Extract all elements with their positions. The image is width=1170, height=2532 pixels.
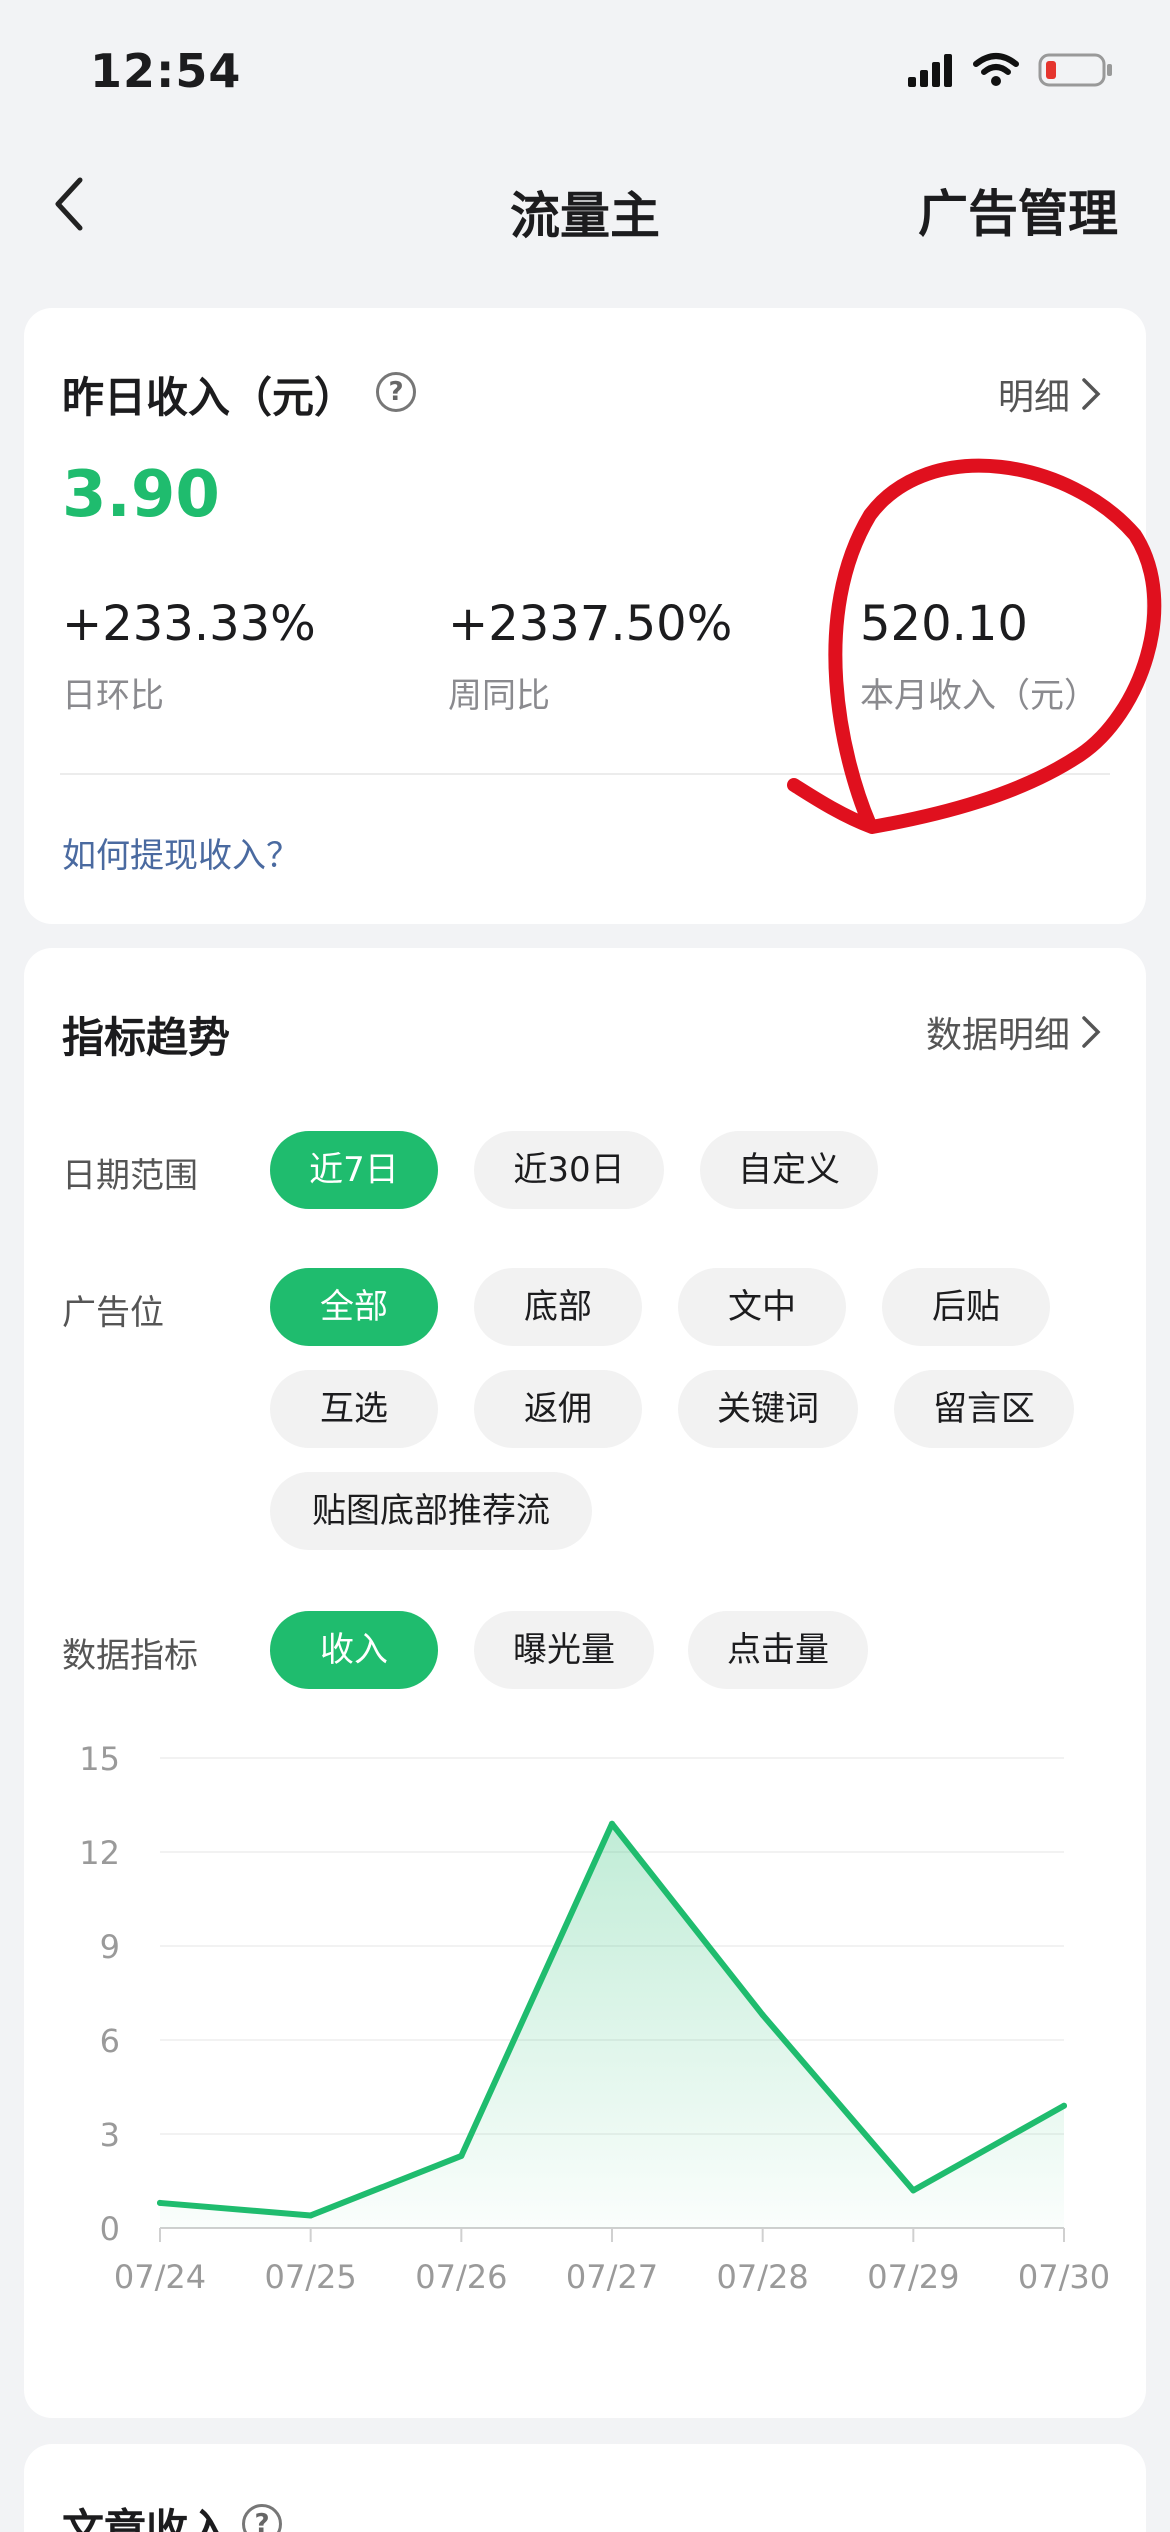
stat-value: +233.33% [62,596,316,652]
status-time: 12:54 [90,44,242,98]
income-card: 昨日收入（元） ? 明细 3.90 +233.33% 日环比 +2337.50%… [24,308,1146,924]
help-icon[interactable]: ? [376,372,416,412]
how-to-withdraw-link[interactable]: 如何提现收入？ [62,828,300,877]
data-point [609,1820,615,1827]
x-tick-label: 07/25 [265,2258,357,2296]
stat-label: 日环比 [62,676,164,716]
date-range-label: 日期范围 [62,1156,198,1196]
chip-income[interactable]: 收入 [270,1611,438,1689]
divider [60,773,1110,775]
chip-impressions[interactable]: 曝光量 [474,1611,654,1689]
data-detail-link[interactable]: 数据明细 [926,1006,1102,1058]
status-icons [908,52,1114,88]
x-tick-label: 07/30 [1018,2258,1110,2296]
battery-low-icon [1038,53,1112,87]
trend-title: 指标趋势 [62,1013,231,1062]
stat-label: 周同比 [448,676,550,716]
y-tick-label: 12 [79,1834,120,1872]
stat-value: 520.10 [860,596,1028,652]
chip-bottom[interactable]: 底部 [474,1268,642,1346]
data-point [157,2199,163,2206]
income-trend-chart: 0 3 6 9 12 15 07/24 07/25 07/26 07/27 07/28 07/29 07… [79,1740,1110,2296]
chip-image-bottom-feed[interactable]: 贴图底部推荐流 [270,1472,592,1550]
income-detail-link[interactable]: 明细 [998,368,1102,420]
stat-day-over-day: +233.33% 日环比 [62,596,316,717]
article-income-title: 文章收入 [62,2505,231,2532]
chip-commission[interactable]: 返佣 [474,1370,642,1448]
stat-month-income: 520.10 本月收入（元） [860,596,1098,717]
x-tick-label: 07/27 [566,2258,658,2296]
stat-label: 本月收入（元） [860,676,1098,716]
chip-custom[interactable]: 自定义 [700,1131,878,1209]
data-point [458,2152,465,2159]
chip-clicks[interactable]: 点击量 [688,1611,868,1689]
stat-week-over-week: +2337.50% 周同比 [448,596,732,717]
wifi-icon [973,53,1019,86]
x-tick-label: 07/29 [867,2258,959,2296]
chip-post-roll[interactable]: 后贴 [882,1268,1050,1346]
data-point [910,2187,917,2194]
chip-last-30-days[interactable]: 近30日 [474,1131,664,1209]
chip-all[interactable]: 全部 [270,1268,438,1346]
ad-position-label: 广告位 [62,1293,164,1333]
stat-value: +2337.50% [448,596,733,652]
y-tick-label: 15 [79,1740,120,1778]
article-income-card: 文章收入 ? [24,2444,1146,2532]
ad-management-button[interactable]: 广告管理 [918,174,1118,246]
chip-comment-area[interactable]: 留言区 [894,1370,1074,1448]
data-detail-label: 数据明细 [925,1015,1070,1056]
x-tick-label: 07/26 [415,2258,507,2296]
income-title: 昨日收入（元） [62,373,357,422]
chip-last-7-days[interactable]: 近7日 [270,1131,438,1209]
chevron-right-icon [1082,1016,1101,1048]
series-area [160,1823,1064,2228]
trend-card: 指标趋势 数据明细 日期范围 近7日 近30日 自定义 广告位 全部 底部 文中… [24,948,1146,2418]
data-point [1061,2102,1067,2109]
data-point [307,2212,314,2219]
nav-bar: 流量主 广告管理 [0,150,1170,270]
y-tick-label: 9 [100,1928,120,1966]
y-tick-label: 3 [100,2116,120,2154]
metric-label: 数据指标 [62,1636,198,1676]
x-tick-label: 07/24 [114,2258,206,2296]
y-tick-label: 0 [100,2210,120,2248]
cellular-signal-icon [908,54,952,87]
help-icon[interactable]: ? [242,2504,282,2532]
chip-in-article[interactable]: 文中 [678,1268,846,1346]
income-detail-label: 明细 [997,377,1070,418]
yesterday-income-value: 3.90 [62,458,220,532]
chevron-right-icon [1082,378,1101,410]
chip-keyword[interactable]: 关键词 [678,1370,858,1448]
chip-mutual-select[interactable]: 互选 [270,1370,438,1448]
y-tick-label: 6 [100,2022,120,2060]
status-bar: 12:54 [0,0,1170,140]
data-point [759,2011,766,2018]
x-tick-label: 07/28 [717,2258,809,2296]
